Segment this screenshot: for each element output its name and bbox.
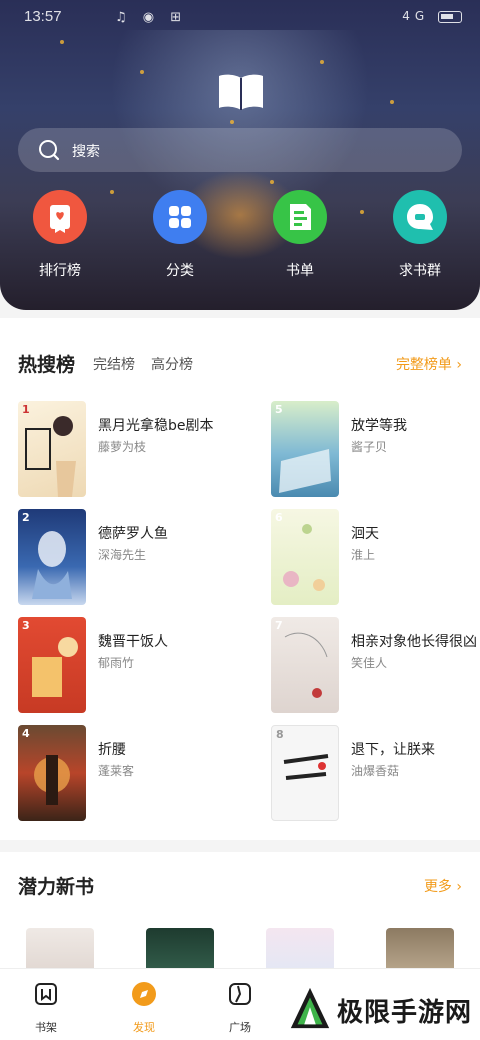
book-author: 笑佳人 — [351, 656, 388, 670]
open-book-icon — [219, 74, 263, 110]
rank-item[interactable]: 7 相亲对象他长得很凶 笑佳人 — [271, 617, 480, 713]
book-cover: 5 — [271, 401, 339, 497]
status-left-icons: ♫ ◉ ⊞ — [115, 10, 188, 25]
rank-number: 7 — [275, 619, 283, 632]
hot-ranking-section: 热搜榜 完结榜 高分榜 完整榜单 › 1 黑月光拿稳be剧本 藤萝为枝 2 德萨… — [0, 318, 480, 840]
star-dot — [140, 70, 144, 74]
search-placeholder: 搜索 — [72, 144, 100, 160]
quick-ranking[interactable]: 排行榜 — [20, 190, 100, 280]
tab-label: 广场 — [229, 1021, 251, 1034]
rank-number: 8 — [276, 728, 284, 741]
status-bar: 13:57 ♫ ◉ ⊞ 4G — [0, 0, 480, 34]
tab-label: 发现 — [133, 1021, 155, 1034]
discover-compass-icon — [132, 982, 156, 1006]
tab-bookshelf[interactable]: 书架 — [16, 981, 76, 1035]
quick-label: 排行榜 — [39, 263, 81, 279]
rank-item[interactable]: 3 魏晋干饭人 郁雨竹 — [18, 617, 238, 713]
quick-booklist[interactable]: 书单 — [260, 190, 340, 280]
book-author: 藤萝为枝 — [98, 440, 147, 454]
book-author: 淮上 — [351, 548, 376, 562]
watermark-text: 极限手游网 — [337, 998, 473, 1028]
rank-number: 1 — [22, 403, 30, 416]
star-dot — [60, 40, 64, 44]
quick-label: 书单 — [286, 263, 314, 279]
booklist-icon — [273, 190, 327, 244]
category-grid-icon — [153, 190, 207, 244]
book-author: 酱子贝 — [351, 440, 388, 454]
book-cover: 1 — [18, 401, 86, 497]
rank-item[interactable]: 2 德萨罗人鱼 深海先生 — [18, 509, 238, 605]
book-title: 折腰 — [98, 742, 126, 758]
rank-number: 5 — [275, 403, 283, 416]
search-bar[interactable]: 搜索 — [18, 128, 462, 172]
book-title: 德萨罗人鱼 — [98, 526, 168, 542]
book-title: 退下，让朕来 — [351, 742, 435, 758]
quick-label: 分类 — [166, 263, 194, 279]
rank-number: 4 — [22, 727, 30, 740]
full-ranking-link[interactable]: 完整榜单 › — [396, 354, 462, 374]
search-icon — [39, 140, 60, 161]
star-dot — [390, 100, 394, 104]
book-title: 黑月光拿稳be剧本 — [98, 418, 214, 434]
bookshelf-icon — [35, 983, 57, 1005]
new-section-header: 潜力新书 更多 › — [18, 870, 462, 900]
rank-number: 3 — [22, 619, 30, 632]
square-plaza-icon — [229, 983, 251, 1005]
tab-label: 书架 — [35, 1021, 57, 1034]
star-dot — [110, 190, 114, 194]
hero-header: 13:57 ♫ ◉ ⊞ 4G 搜索 排行榜 分类 书单 求书群 — [0, 0, 480, 310]
book-title: 相亲对象他长得很凶 — [351, 634, 477, 650]
tab-high-score[interactable]: 高分榜 — [151, 354, 193, 374]
book-cover: 7 — [271, 617, 339, 713]
book-author: 深海先生 — [98, 548, 147, 562]
book-cover: 4 — [18, 725, 86, 821]
battery-icon — [438, 10, 462, 23]
book-author: 郁雨竹 — [98, 656, 135, 670]
more-link[interactable]: 更多 › — [424, 876, 462, 896]
site-watermark: 极限手游网 — [285, 984, 475, 1034]
tab-discover[interactable]: 发现 — [114, 981, 174, 1035]
book-title: 魏晋干饭人 — [98, 634, 168, 650]
quick-label: 求书群 — [399, 263, 441, 279]
star-dot — [360, 210, 364, 214]
book-title: 洄天 — [351, 526, 379, 542]
quick-request-group[interactable]: 求书群 — [380, 190, 460, 280]
status-signal: 4G — [402, 9, 430, 23]
rank-item[interactable]: 4 折腰 蓬莱客 — [18, 725, 238, 821]
tab-plaza[interactable]: 广场 — [210, 981, 270, 1035]
star-dot — [320, 60, 324, 64]
book-cover: 6 — [271, 509, 339, 605]
new-books-title: 潜力新书 — [18, 876, 95, 898]
book-author: 蓬莱客 — [98, 764, 135, 778]
hot-title: 热搜榜 — [18, 354, 76, 376]
book-title: 放学等我 — [351, 418, 407, 434]
quick-category[interactable]: 分类 — [140, 190, 220, 280]
status-right-icons: 4G — [402, 9, 462, 23]
chat-bubble-icon — [393, 190, 447, 244]
ranking-ribbon-icon — [33, 190, 87, 244]
rank-number: 6 — [275, 511, 283, 524]
book-cover: 3 — [18, 617, 86, 713]
book-author: 油爆香菇 — [351, 764, 400, 778]
book-cover: 8 — [271, 725, 339, 821]
book-cover: 2 — [18, 509, 86, 605]
star-dot — [230, 120, 234, 124]
rank-item[interactable]: 5 放学等我 酱子贝 — [271, 401, 480, 497]
rank-item[interactable]: 1 黑月光拿稳be剧本 藤萝为枝 — [18, 401, 238, 497]
tab-completed[interactable]: 完结榜 — [93, 354, 135, 374]
hot-section-header: 热搜榜 完结榜 高分榜 完整榜单 › — [18, 348, 462, 378]
status-time: 13:57 — [24, 8, 62, 25]
star-dot — [270, 180, 274, 184]
watermark-logo-icon — [290, 987, 330, 1029]
rank-item[interactable]: 8 退下，让朕来 油爆香菇 — [271, 725, 480, 821]
rank-number: 2 — [22, 511, 30, 524]
rank-item[interactable]: 6 洄天 淮上 — [271, 509, 480, 605]
